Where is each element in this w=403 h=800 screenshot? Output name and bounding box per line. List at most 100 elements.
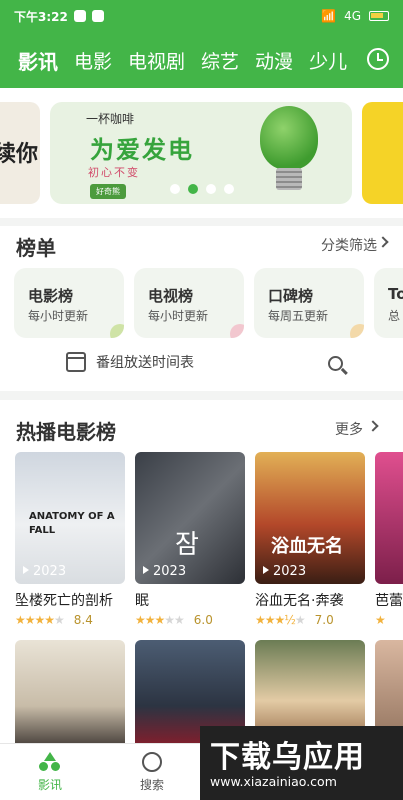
category-filter-link[interactable]: 分类筛选 <box>321 235 377 255</box>
tab-tv[interactable]: 电视剧 <box>128 47 185 74</box>
clock-icon[interactable] <box>367 48 389 70</box>
banner-title: 为爱发电 <box>90 136 194 164</box>
rank-card-tv[interactable]: 电视榜 每小时更新 <box>134 268 244 338</box>
lightbulb-image <box>260 106 318 170</box>
movie-card[interactable]: ANATOMY OF A FALL 2023 坠楼死亡的剖析 ★★★★★ 8.4 <box>15 452 125 627</box>
rank-card-movie[interactable]: 电影榜 每小时更新 <box>14 268 124 338</box>
ranking-title: 榜单 <box>16 236 56 260</box>
banner-carousel: 续你 一杯咖啡 为爱发电 初心不变 好奇熊 <box>0 88 403 218</box>
poster-title: 잠 <box>175 530 199 560</box>
watermark-title: 下载乌应用 <box>210 740 365 775</box>
banner-brand: 好奇熊 <box>90 184 126 199</box>
movie-poster[interactable] <box>375 452 403 584</box>
banner-card-prev[interactable]: 续你 <box>0 102 40 204</box>
app-notification-icon <box>91 10 104 22</box>
rank-card-title: 电视榜 <box>148 287 194 305</box>
pagination-dot[interactable] <box>170 184 180 194</box>
movie-year-text: 2023 <box>33 564 67 579</box>
rating-stars: ★★★½★ <box>255 613 306 627</box>
hot-movies-section: 热播电影榜 更多 ANATOMY OF A FALL 2023 坠楼死亡的剖析 … <box>0 400 403 743</box>
rank-card-title: To <box>388 285 403 303</box>
movie-poster[interactable]: 잠 2023 <box>135 452 245 584</box>
movie-card[interactable]: 芭蕾 ★ <box>375 452 403 627</box>
rank-card-title: 电影榜 <box>28 287 74 305</box>
chevron-right-icon[interactable] <box>377 236 389 248</box>
network-type: 4G <box>344 9 361 23</box>
movie-name: 眠 <box>135 593 149 609</box>
search-icon <box>142 752 162 772</box>
rank-card-subtitle: 每周五更新 <box>268 309 329 323</box>
movie-card[interactable]: 잠 2023 眠 ★★★★★ 6.0 <box>135 452 245 627</box>
rank-card-decoration <box>110 324 124 338</box>
tab-anime[interactable]: 动漫 <box>255 47 293 74</box>
movie-poster[interactable]: ANATOMY OF A FALL 2023 <box>15 452 125 584</box>
battery-icon <box>369 11 389 21</box>
poster-title: 浴血无名 <box>271 536 343 557</box>
schedule-label: 番组放送时间表 <box>96 355 194 371</box>
more-link[interactable]: 更多 <box>335 419 363 439</box>
play-icon <box>143 566 149 574</box>
pagination-dot[interactable] <box>206 184 216 194</box>
chevron-right-icon[interactable] <box>367 420 379 432</box>
poster-title: ANATOMY OF A FALL <box>29 511 115 536</box>
banner-card-main[interactable]: 一杯咖啡 为爱发电 初心不变 好奇熊 <box>50 102 352 204</box>
bottom-tab-label: 搜索 <box>139 778 164 792</box>
signal-icon: 📶 <box>321 9 337 23</box>
calendar-icon <box>66 352 86 372</box>
rank-card-subtitle: 每小时更新 <box>148 309 209 323</box>
movie-year: 2023 <box>143 564 186 579</box>
movie-year: 2023 <box>263 564 306 579</box>
rating-stars: ★★★★★ <box>135 613 185 627</box>
watermark-url: www.xiazainiao.com <box>210 774 337 789</box>
bottom-tab-news[interactable]: 影讯 <box>20 752 80 793</box>
rating-score: 8.4 <box>73 613 93 627</box>
banner-card-next[interactable] <box>362 102 403 204</box>
movie-card[interactable]: 浴血无名 2023 浴血无名·奔袭 ★★★½★ 7.0 <box>255 452 365 627</box>
ranking-section: 榜单 分类筛选 电影榜 每小时更新 电视榜 每小时更新 口碑榜 每周五更新 To… <box>0 226 403 391</box>
movie-rating: ★★★★★ 8.4 <box>15 613 125 627</box>
banner-top-text: 一杯咖啡 <box>86 112 135 126</box>
search-icon[interactable] <box>328 356 343 371</box>
tab-movies[interactable]: 电影 <box>74 47 112 74</box>
tab-variety[interactable]: 综艺 <box>201 47 239 74</box>
movie-year: 2023 <box>23 564 66 579</box>
banner-prev-text: 续你 <box>0 142 39 167</box>
carousel-pagination <box>170 184 234 194</box>
hot-movies-title: 热播电影榜 <box>16 420 116 444</box>
rating-score: 7.0 <box>314 613 334 627</box>
home-shapes-icon <box>39 752 61 772</box>
movie-name: 坠楼死亡的剖析 <box>15 593 113 609</box>
rank-card-subtitle: 总 <box>388 309 401 323</box>
movie-year-text: 2023 <box>273 564 307 579</box>
rating-score: 6.0 <box>193 613 213 627</box>
watermark: 下载乌应用 www.xiazainiao.com <box>200 726 403 800</box>
movie-name: 浴血无名·奔袭 <box>255 593 344 609</box>
movie-rating: ★★★½★ 7.0 <box>255 613 365 627</box>
schedule-link[interactable]: 番组放送时间表 <box>66 352 194 372</box>
movie-rating: ★ <box>375 613 403 627</box>
status-time: 下午3:22 <box>14 9 68 24</box>
rating-stars: ★ <box>375 613 386 627</box>
rank-card-subtitle: 每小时更新 <box>28 309 89 323</box>
movie-poster[interactable] <box>15 640 125 743</box>
rating-stars: ★★★★★ <box>15 613 65 627</box>
movie-name: 芭蕾 <box>375 593 403 609</box>
tab-news[interactable]: 影讯 <box>18 46 58 75</box>
top-nav: 影讯 电影 电视剧 综艺 动漫 少儿 <box>0 32 403 88</box>
pagination-dot[interactable] <box>224 184 234 194</box>
bottom-tab-label: 影讯 <box>37 778 62 792</box>
rank-card-reputation[interactable]: 口碑榜 每周五更新 <box>254 268 364 338</box>
ranking-cards: 电影榜 每小时更新 电视榜 每小时更新 口碑榜 每周五更新 To 总 <box>14 268 403 338</box>
pagination-dot-active[interactable] <box>188 184 198 194</box>
rank-card-top[interactable]: To 总 <box>374 268 403 338</box>
movie-rating: ★★★★★ 6.0 <box>135 613 245 627</box>
tab-kids[interactable]: 少儿 <box>309 47 347 74</box>
notification-icon <box>73 10 86 22</box>
banner-subtitle: 初心不变 <box>88 166 140 179</box>
rank-card-decoration <box>230 324 244 338</box>
rank-card-decoration <box>350 324 364 338</box>
bottom-tab-search[interactable]: 搜索 <box>122 752 182 793</box>
lightbulb-base-image <box>276 168 302 190</box>
play-icon <box>263 566 269 574</box>
movie-poster[interactable]: 浴血无名 2023 <box>255 452 365 584</box>
